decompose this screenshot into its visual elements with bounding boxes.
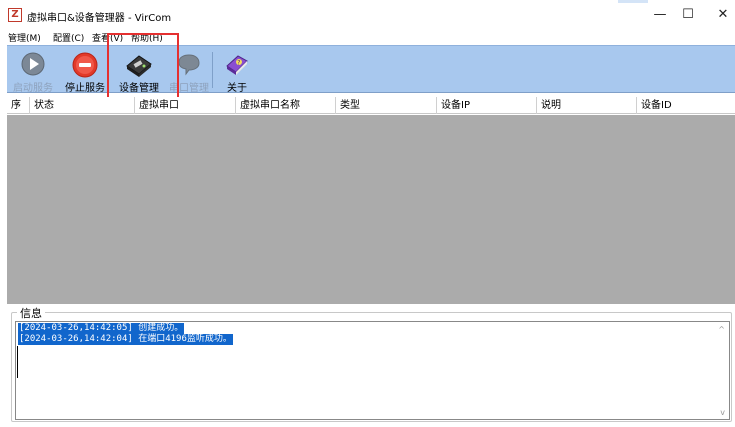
scroll-down-arrow[interactable]: v: [720, 408, 725, 417]
about-label: 关于: [227, 83, 247, 94]
stop-service-label: 停止服务: [65, 83, 105, 94]
close-button[interactable]: ✕: [704, 0, 735, 30]
serial-port-icon: [176, 52, 202, 79]
highlight-box: [107, 33, 179, 105]
column-header-status[interactable]: 状态: [30, 97, 135, 114]
window-title: 虚拟串口&设备管理器 - VirCom: [27, 13, 172, 24]
menu-config[interactable]: 配置(C): [53, 31, 84, 44]
menu-manage[interactable]: 管理(M): [8, 31, 41, 44]
svg-text:?: ?: [237, 60, 240, 67]
start-service-label: 启动服务: [13, 83, 53, 94]
column-header-description[interactable]: 说明: [537, 97, 637, 114]
info-legend: 信息: [17, 305, 45, 321]
play-icon: [21, 52, 45, 79]
column-header-type[interactable]: 类型: [336, 97, 437, 114]
log-line: [2024-03-26,14:42:05] 创建成功。: [18, 323, 185, 334]
text-caret: [17, 346, 18, 378]
log-line: [2024-03-26,14:42:04] 在端口4196监听成功。: [18, 334, 233, 345]
scroll-up-arrow[interactable]: ^: [718, 325, 725, 334]
stop-service-button[interactable]: 停止服务: [59, 49, 111, 94]
column-header-port-name[interactable]: 虚拟串口名称: [236, 97, 336, 114]
column-header-device-id[interactable]: 设备ID: [637, 97, 735, 114]
start-service-button[interactable]: 启动服务: [9, 49, 57, 94]
maximize-button[interactable]: ☐: [669, 0, 707, 30]
column-header-device-ip[interactable]: 设备IP: [437, 97, 537, 114]
log-textarea[interactable]: [2024-03-26,14:42:05] 创建成功。 [2024-03-26,…: [15, 321, 730, 420]
app-logo-icon: Z: [8, 8, 22, 22]
about-button[interactable]: ? 关于: [215, 49, 259, 94]
toolbar-separator: [212, 52, 213, 88]
stop-icon: [72, 52, 98, 81]
column-header-index[interactable]: 序: [7, 97, 30, 114]
column-header-virtual-port[interactable]: 虚拟串口: [135, 97, 236, 114]
title-bar: Z 虚拟串口&设备管理器 - VirCom — ☐ ✕: [0, 0, 735, 30]
device-table-body[interactable]: [7, 115, 735, 304]
about-book-icon: ?: [224, 52, 250, 79]
table-header: 序 状态 虚拟串口 虚拟串口名称 类型 设备IP 说明 设备ID: [7, 97, 735, 114]
